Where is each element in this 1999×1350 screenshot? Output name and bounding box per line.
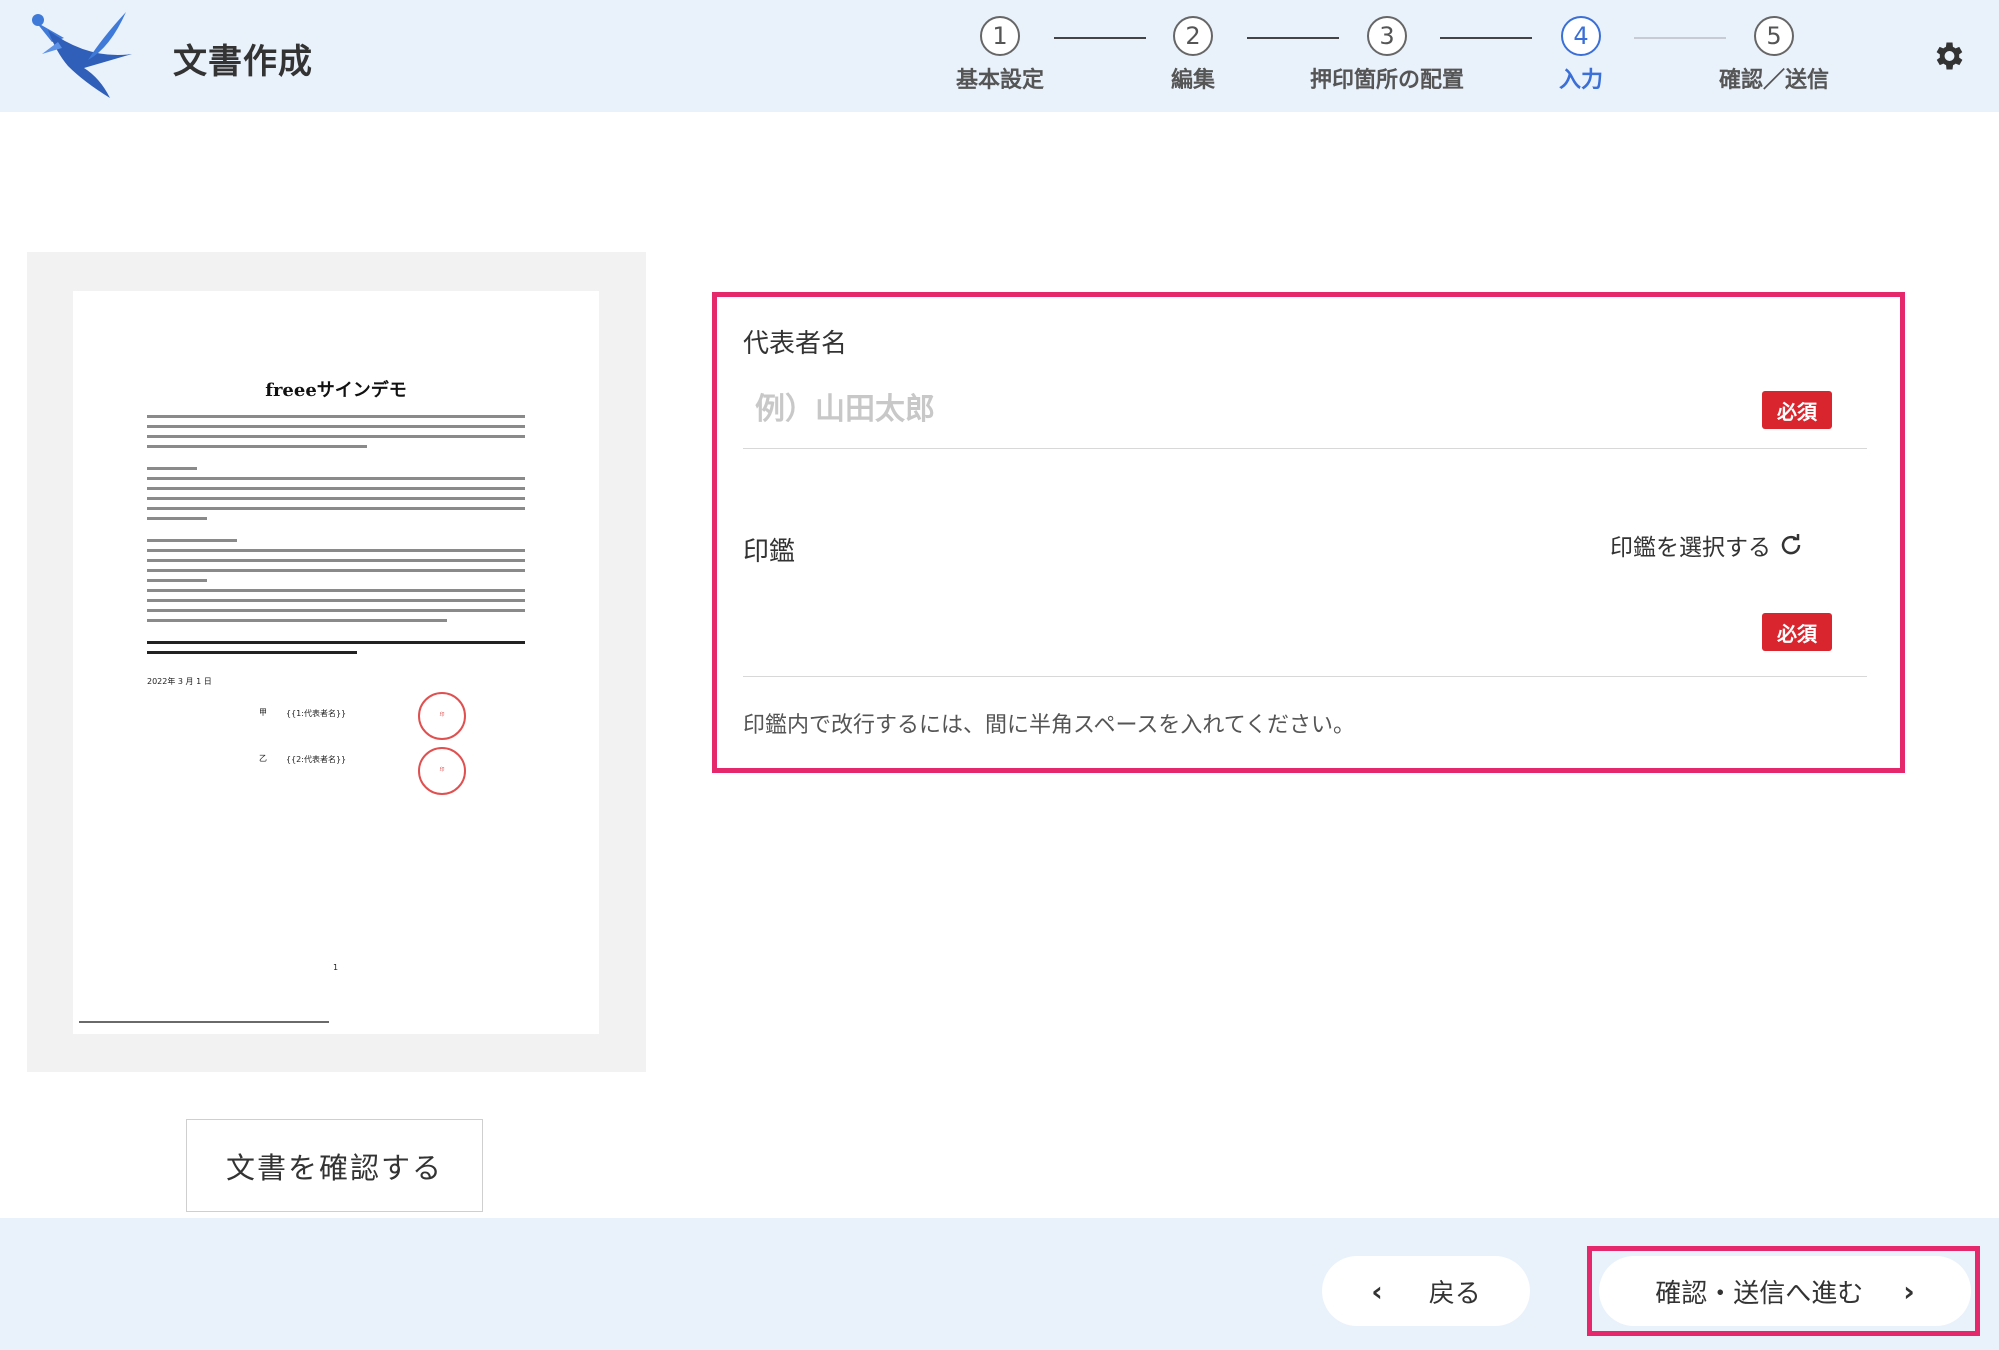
step-basic-settings: 1 基本設定 [915, 16, 1085, 94]
next-label: 確認・送信へ進む [1655, 1278, 1864, 1309]
input-form: 代表者名 必須 印鑑 印鑑を選択する 必須 印鑑内で改行するには、間に半角スペー… [712, 292, 1905, 773]
doc-text-line [147, 477, 525, 480]
header-bar: 文書作成 1 基本設定 2 編集 3 押印箇所の配置 4 入力 5 確認／送信 [0, 0, 1999, 112]
progress-stepper: 1 基本設定 2 編集 3 押印箇所の配置 4 入力 5 確認／送信 [0, 0, 1999, 112]
confirm-document-button[interactable]: 文書を確認する [186, 1119, 483, 1212]
select-seal-button[interactable]: 印鑑を選択する [1610, 528, 1803, 562]
doc-text-line [147, 589, 525, 592]
rep-name-label: 代表者名 [743, 329, 848, 359]
refresh-icon [1781, 534, 1801, 555]
step-number: 5 [1754, 16, 1794, 56]
select-seal-label: 印鑑を選択する [1610, 535, 1771, 561]
doc-text-line [147, 487, 525, 490]
step-edit: 2 編集 [1108, 16, 1278, 94]
document-date: 2022年 3 月 1 日 [147, 677, 212, 686]
proceed-confirm-send-button[interactable]: 確認・送信へ進む › [1599, 1256, 1971, 1326]
step-confirm-send: 5 確認／送信 [1689, 16, 1859, 94]
doc-text-line [147, 619, 447, 622]
doc-text-line [147, 517, 207, 520]
chevron-left-icon: ‹ [1371, 1274, 1383, 1308]
doc-text-line [147, 609, 525, 612]
step-input: 4 入力 [1496, 16, 1666, 94]
step-number: 1 [980, 16, 1020, 56]
step-label: 確認／送信 [1718, 68, 1829, 93]
step-label: 入力 [1558, 68, 1603, 93]
doc-text-line [147, 435, 525, 438]
step-label: 編集 [1170, 68, 1215, 93]
rep-name-input[interactable] [743, 370, 1867, 449]
doc-text-line [147, 425, 525, 428]
doc-text-line [147, 467, 197, 470]
back-label: 戻る [1428, 1278, 1481, 1309]
party-b-label: 乙 [259, 754, 267, 763]
party-a-label: 甲 [259, 708, 267, 717]
doc-text-line [147, 507, 525, 510]
party-b-name: {{2:代表者名}} [286, 755, 347, 764]
step-label: 押印箇所の配置 [1309, 68, 1464, 93]
party-a-name: {{1:代表者名}} [286, 709, 347, 718]
doc-text-line [147, 549, 525, 552]
step-number: 4 [1561, 16, 1601, 56]
doc-text-line [147, 415, 525, 418]
required-badge: 必須 [1762, 391, 1832, 429]
document-page: freeeサインデモ 2022年 3 月 1 日 甲 {{1:代表者名}} 印 … [73, 291, 599, 1034]
seal-label: 印鑑 [743, 537, 796, 567]
doc-text-line [147, 651, 357, 654]
doc-text-line [147, 539, 237, 542]
doc-text-line [147, 559, 525, 562]
step-seal-placement: 3 押印箇所の配置 [1302, 16, 1472, 94]
doc-text-line [147, 599, 525, 602]
doc-text-line [147, 641, 525, 644]
back-button[interactable]: ‹ 戻る [1322, 1256, 1530, 1326]
doc-footer-line [79, 1021, 329, 1023]
seal-a-icon: 印 [418, 692, 466, 740]
doc-text-line [147, 569, 525, 572]
doc-text-line [147, 497, 525, 500]
seal-b-icon: 印 [418, 747, 466, 795]
required-badge: 必須 [1762, 613, 1832, 651]
divider [743, 676, 1867, 677]
step-number: 2 [1173, 16, 1213, 56]
chevron-right-icon: › [1903, 1274, 1915, 1308]
doc-text-line [147, 579, 207, 582]
page-number: 1 [333, 963, 339, 972]
gear-icon[interactable] [1930, 38, 1966, 74]
seal-hint-text: 印鑑内で改行するには、間に半角スペースを入れてください。 [743, 713, 1356, 738]
step-label: 基本設定 [955, 68, 1044, 93]
step-number: 3 [1367, 16, 1407, 56]
doc-text-line [147, 445, 367, 448]
document-title: freeeサインデモ [265, 380, 407, 401]
